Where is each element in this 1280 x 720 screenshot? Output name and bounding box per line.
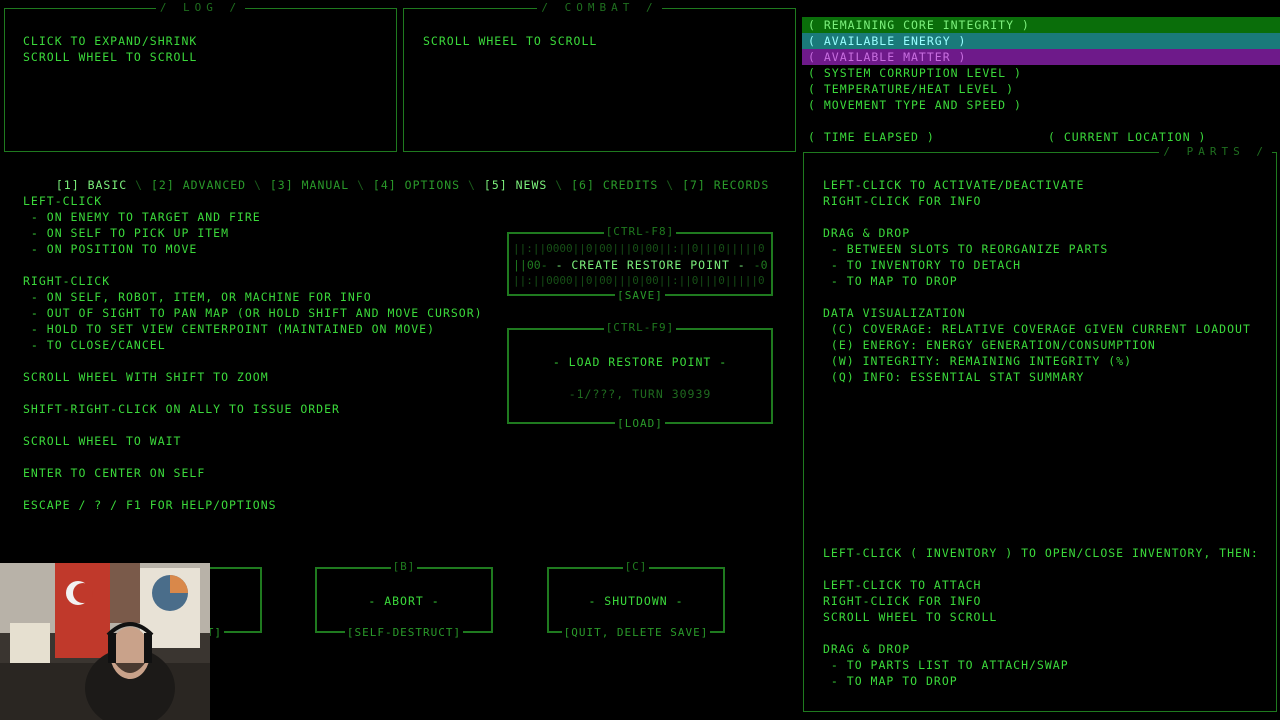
load-restore-info: -1/???, Turn 30939 bbox=[568, 387, 712, 401]
energy-bar[interactable]: ( Available Energy ) bbox=[802, 33, 1280, 49]
create-restore-label: - Create Restore Point - bbox=[555, 258, 746, 272]
help-line bbox=[23, 417, 483, 433]
inventory-line: Left-click ( Inventory ) to open/close i… bbox=[823, 546, 1259, 560]
help-line bbox=[23, 481, 483, 497]
core-integrity-bar[interactable]: ( Remaining Core Integrity ) bbox=[802, 17, 1280, 33]
abort-hotkey: [B] bbox=[390, 560, 418, 573]
parts-line bbox=[823, 209, 1251, 225]
help-line: - on self, robot, item, or machine for i… bbox=[23, 290, 372, 304]
combat-title: / COMBAT / bbox=[404, 1, 795, 14]
parts-line: Data Visualization bbox=[823, 306, 966, 320]
tab-credits[interactable]: [6] Credits bbox=[571, 178, 658, 192]
parts-line: Left-click to activate/deactivate bbox=[823, 178, 1085, 192]
corruption-label[interactable]: ( System Corruption Level ) bbox=[802, 65, 1280, 81]
shutdown-label: - Shutdown - bbox=[588, 594, 684, 608]
help-line bbox=[23, 257, 483, 273]
shutdown-hotkey: [C] bbox=[622, 560, 650, 573]
log-line: Scroll wheel to scroll bbox=[23, 50, 198, 64]
inventory-line: Right-click for info bbox=[823, 594, 982, 608]
parts-line: - to inventory to detach bbox=[823, 258, 1022, 272]
inventory-line: - to parts list to attach/swap bbox=[823, 658, 1069, 672]
parts-line: Right-click for info bbox=[823, 194, 982, 208]
combat-line: Scroll wheel to scroll bbox=[423, 34, 598, 48]
help-line: Scroll wheel with Shift to zoom bbox=[23, 370, 269, 384]
abort-label: - Abort - bbox=[368, 594, 440, 608]
parts-line: (W) Integrity: Remaining integrity (%) bbox=[823, 354, 1133, 368]
load-footer: [Load] bbox=[615, 417, 665, 430]
help-line: Left-click bbox=[23, 194, 103, 208]
inventory-line: Scroll wheel to scroll bbox=[823, 610, 998, 624]
parts-panel[interactable]: / PARTS / Left-click to activate/deactiv… bbox=[803, 145, 1277, 712]
help-text: Left-click - on enemy to target and fire… bbox=[23, 193, 483, 513]
help-line bbox=[23, 449, 483, 465]
save-footer: [Save] bbox=[615, 289, 665, 302]
tab-manual[interactable]: [3] Manual bbox=[270, 178, 349, 192]
parts-line: - to map to drop bbox=[823, 274, 958, 288]
load-restore-label: - Load Restore Point - bbox=[552, 355, 728, 369]
help-line: - hold to set view centerpoint (maintain… bbox=[23, 322, 436, 336]
webcam-image bbox=[0, 563, 210, 720]
inventory-line bbox=[823, 561, 1259, 577]
parts-line: (E) Energy: Energy generation/consumptio… bbox=[823, 338, 1156, 352]
noise-right: -00|0 bbox=[753, 258, 767, 272]
current-location-label[interactable]: ( Current Location ) bbox=[1048, 129, 1206, 145]
parts-line: Drag & Drop bbox=[823, 226, 911, 240]
help-line: - on self to pick up item bbox=[23, 226, 230, 240]
help-line bbox=[23, 385, 483, 401]
help-line: Escape / ? / F1 for help/options bbox=[23, 498, 277, 512]
tab-basic[interactable]: [1] Basic bbox=[56, 178, 127, 192]
parts-line: - between slots to reorganize parts bbox=[823, 242, 1109, 256]
tab-records[interactable]: [7] Records bbox=[682, 178, 769, 192]
parts-title: / PARTS / bbox=[804, 145, 1276, 158]
load-restore-hotkey: [Ctrl-F9] bbox=[603, 321, 677, 334]
parts-line: (C) Coverage: Relative coverage given cu… bbox=[823, 322, 1251, 336]
log-panel[interactable]: / LOG / Click to expand/shrink Scroll wh… bbox=[4, 1, 397, 152]
inventory-line bbox=[823, 625, 1259, 641]
parts-line bbox=[823, 289, 1251, 305]
parts-line: (Q) Info: Essential stat summary bbox=[823, 370, 1085, 384]
help-line bbox=[23, 353, 483, 369]
tab-advanced[interactable]: [2] Advanced bbox=[151, 178, 246, 192]
create-restore-hotkey: [Ctrl-F8] bbox=[603, 225, 677, 238]
time-elapsed-label[interactable]: ( Time Elapsed ) bbox=[808, 129, 935, 145]
tab-news[interactable]: [5] News bbox=[484, 178, 547, 192]
shutdown-button[interactable]: [C] - Shutdown - [Quit, Delete Save] bbox=[547, 560, 725, 639]
create-restore-point-button[interactable]: [Ctrl-F8] ||:||0000||0|00|||0|00||:||0||… bbox=[507, 225, 773, 302]
help-tabs: [1] Basic \ [2] Advanced \ [3] Manual \ … bbox=[55, 178, 770, 192]
inventory-line: - to map to drop bbox=[823, 674, 958, 688]
inventory-line: Left-click to attach bbox=[823, 578, 982, 592]
help-line: Enter to center on self bbox=[23, 466, 206, 480]
help-line: - on enemy to target and fire bbox=[23, 210, 261, 224]
noise-row: ||:||0000||0|00|||0|00||:||0|||0|||||0||… bbox=[513, 242, 767, 255]
movement-label[interactable]: ( Movement Type and Speed ) bbox=[802, 97, 1280, 113]
noise-left: ||00- bbox=[513, 258, 548, 272]
matter-bar[interactable]: ( Available Matter ) bbox=[802, 49, 1280, 65]
log-line: Click to expand/shrink bbox=[23, 34, 198, 48]
help-line: - to close/cancel bbox=[23, 338, 166, 352]
heat-label[interactable]: ( Temperature/Heat Level ) bbox=[802, 81, 1280, 97]
help-line: - on position to move bbox=[23, 242, 198, 256]
help-line: Scroll wheel to wait bbox=[23, 434, 182, 448]
quit-footer: [Quit, Delete Save] bbox=[561, 626, 711, 639]
load-restore-point-button[interactable]: [Ctrl-F9] - Load Restore Point - -1/???,… bbox=[507, 321, 773, 430]
help-line: - out of sight to pan map (or hold Shift… bbox=[23, 306, 483, 320]
help-line: Right-click bbox=[23, 274, 111, 288]
inventory-line: Drag & Drop bbox=[823, 642, 911, 656]
log-title: / LOG / bbox=[5, 1, 396, 14]
tab-options[interactable]: [4] Options bbox=[373, 178, 460, 192]
noise-row: ||:||0000||0|00|||0|00||:||0|||0|||||0||… bbox=[513, 274, 767, 287]
combat-panel[interactable]: / COMBAT / Scroll wheel to scroll bbox=[403, 1, 796, 152]
self-destruct-footer: [Self-Destruct] bbox=[344, 626, 464, 639]
abort-button[interactable]: [B] - Abort - [Self-Destruct] bbox=[315, 560, 493, 639]
webcam-overlay bbox=[0, 563, 210, 720]
help-line: Shift-right-click on ally to issue order bbox=[23, 402, 340, 416]
